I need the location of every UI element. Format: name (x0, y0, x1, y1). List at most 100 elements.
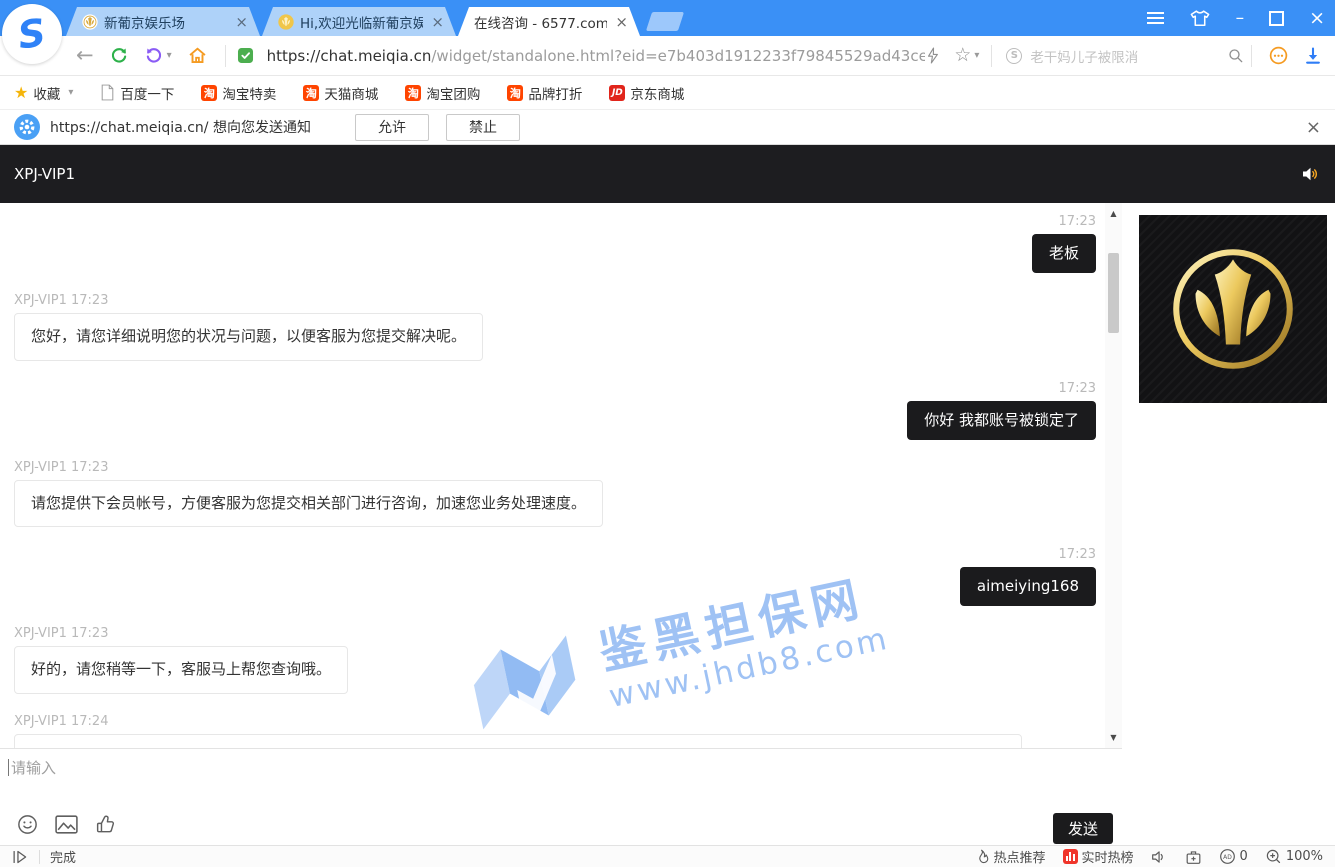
favorites-label: 收藏 (33, 83, 60, 103)
new-tab-button[interactable] (646, 12, 684, 31)
status-bar: 完成 热点推荐 实时热榜 AD 0 (0, 845, 1335, 867)
tab-close-icon[interactable]: × (429, 13, 446, 31)
agent-bubble: 请您提供下会员帐号，方便客服为您提交相关部门进行咨询，加速您业务处理速度。 (14, 480, 603, 527)
bookmark-brand-discount[interactable]: 淘 品牌打折 (507, 83, 582, 103)
sound-button[interactable] (1151, 849, 1168, 865)
bookmarks-bar: ★ 收藏 ▾ 百度一下 淘 淘宝特卖 淘 天猫商城 淘 淘宝团购 淘 品牌打折 … (0, 76, 1335, 110)
bookmark-baidu[interactable]: 百度一下 (100, 83, 174, 103)
bookmark-label: 淘宝特卖 (222, 83, 276, 103)
message-meta: XPJ-VIP1 17:23 (14, 626, 1122, 641)
url-host: https://chat.meiqia.cn (267, 47, 432, 65)
chat-input-area[interactable]: 请输入 发送 (0, 748, 1122, 845)
search-input[interactable]: S 老干妈儿子被限消 (1006, 46, 1245, 66)
scrollbar-thumb[interactable] (1108, 253, 1119, 333)
send-button[interactable]: 发送 (1053, 813, 1113, 844)
favorites-menu[interactable]: ★ 收藏 ▾ (14, 83, 73, 103)
tab-online-chat-active[interactable]: 在线咨询 - 6577.com × (458, 7, 640, 36)
browser-logo-icon[interactable]: S (2, 4, 62, 64)
download-icon[interactable] (1303, 46, 1323, 66)
jd-icon: JD (609, 85, 625, 101)
hot-recommend-button[interactable]: 热点推荐 (974, 847, 1046, 866)
visitor-bubble: 老板 (1032, 234, 1096, 273)
agent-name: XPJ-VIP1 (14, 165, 75, 183)
agent-bubble: 好的，请您稍等一下，客服马上帮您查询哦。 (14, 646, 348, 693)
agent-bubble: 您好，经相关部门反馈，我司风控系统近期稽核到您的账号目前已被安全系统自动捕捉存在… (14, 734, 1022, 749)
bookmark-jd[interactable]: JD 京东商城 (609, 83, 684, 103)
url-field[interactable]: https://chat.meiqia.cn/widget/standalone… (267, 47, 926, 65)
taobao-icon: 淘 (303, 85, 319, 101)
sound-toggle-icon[interactable] (1300, 164, 1321, 184)
home-icon[interactable] (187, 45, 208, 66)
bookmark-taobao-group[interactable]: 淘 淘宝团购 (405, 83, 480, 103)
notification-bar: https://chat.meiqia.cn/ 想向您发送通知 允许 禁止 × (0, 110, 1335, 145)
hot-rank-label: 实时热榜 (1082, 847, 1134, 866)
back-icon[interactable]: ← (76, 45, 94, 66)
menu-icon[interactable] (1147, 12, 1164, 24)
url-path: /widget/standalone.html?eid=e7b403d19122… (431, 47, 925, 65)
chat-message-area: 鉴黑担保网 www.jhdb8.com 17:23 老板 XPJ-VIP1 17… (0, 203, 1122, 748)
search-placeholder: 老干妈儿子被限消 (1030, 46, 1219, 66)
chat-header: XPJ-VIP1 (0, 145, 1335, 203)
message-group: 17:23 老板 (0, 214, 1122, 273)
thumbs-up-icon[interactable] (94, 813, 117, 836)
bookmark-tmall[interactable]: 淘 天猫商城 (303, 83, 378, 103)
message-time: 17:23 (0, 214, 1096, 229)
message-input[interactable]: 请输入 (8, 757, 56, 778)
image-upload-icon[interactable] (54, 813, 79, 836)
bookmark-label: 天猫商城 (324, 83, 378, 103)
emoji-icon[interactable] (16, 813, 39, 836)
security-shield-icon[interactable] (236, 46, 255, 65)
right-panel (1122, 203, 1335, 845)
skin-theme-icon[interactable] (1189, 8, 1211, 28)
favorites-star-icon: ★ (14, 83, 28, 102)
maximize-icon[interactable] (1269, 11, 1284, 26)
allow-button[interactable]: 允许 (355, 114, 429, 141)
undo-icon[interactable]: ▾ (144, 46, 172, 66)
lightning-icon[interactable] (925, 46, 942, 65)
zoom-level: 100% (1286, 849, 1323, 864)
tab-close-icon[interactable]: × (613, 13, 630, 31)
input-placeholder: 请输入 (11, 757, 56, 778)
deny-button[interactable]: 禁止 (446, 114, 520, 141)
minimize-icon[interactable]: – (1236, 10, 1245, 27)
window-controls: – × (1147, 0, 1325, 36)
bookmark-label: 淘宝团购 (426, 83, 480, 103)
agent-bubble: 您好，请您详细说明您的状况与问题，以便客服为您提交解决呢。 (14, 313, 483, 360)
ad-count: 0 (1240, 849, 1248, 864)
speaker-icon (1151, 849, 1168, 865)
divider (1251, 45, 1252, 67)
tab-title: 新葡京娱乐场 (104, 12, 227, 32)
tab-close-icon[interactable]: × (233, 13, 250, 31)
hot-rank-button[interactable]: 实时热榜 (1063, 847, 1134, 866)
refresh-icon[interactable] (109, 46, 129, 66)
notification-close-icon[interactable]: × (1306, 117, 1321, 138)
bookmark-star-icon[interactable]: ☆ ▾ (954, 46, 979, 65)
notification-message: https://chat.meiqia.cn/ 想向您发送通知 (50, 117, 311, 137)
chat-scrollbar[interactable]: ▲ ▼ (1105, 203, 1122, 748)
search-icon[interactable] (1227, 47, 1245, 65)
message-group: 17:23 aimeiying168 (0, 547, 1122, 606)
divider (39, 850, 40, 864)
tab-favicon-gold-icon (278, 14, 294, 30)
toolbox-button[interactable] (1185, 849, 1202, 865)
zoom-control[interactable]: 100% (1265, 848, 1323, 865)
scroll-up-icon[interactable]: ▲ (1105, 209, 1122, 218)
input-toolbar (16, 813, 117, 836)
tab-welcome[interactable]: Hi,欢迎光临新葡京娱樂... × (262, 7, 456, 36)
bookmark-dropdown-icon[interactable]: ▾ (974, 50, 979, 61)
scroll-down-icon[interactable]: ▼ (1105, 733, 1122, 742)
divider (225, 45, 226, 67)
ad-blocker-button[interactable]: AD 0 (1219, 848, 1248, 865)
browser-tab-bar: S 新葡京娱乐场 × Hi,欢迎光临新葡京娱樂... × 在线咨询 - 6577… (0, 0, 1335, 36)
more-options-icon[interactable] (1268, 45, 1289, 66)
toolbox-icon (1185, 849, 1202, 865)
tab-xinpujing[interactable]: 新葡京娱乐场 × (66, 7, 260, 36)
taobao-icon: 淘 (405, 85, 421, 101)
hot-rank-icon (1063, 849, 1078, 864)
bookmark-taobao-sale[interactable]: 淘 淘宝特卖 (201, 83, 276, 103)
text-caret (8, 759, 9, 776)
undo-dropdown-icon[interactable]: ▾ (167, 50, 172, 61)
close-window-icon[interactable]: × (1309, 9, 1325, 28)
svg-text:AD: AD (1223, 854, 1232, 861)
favorites-dropdown-icon: ▾ (68, 87, 73, 98)
